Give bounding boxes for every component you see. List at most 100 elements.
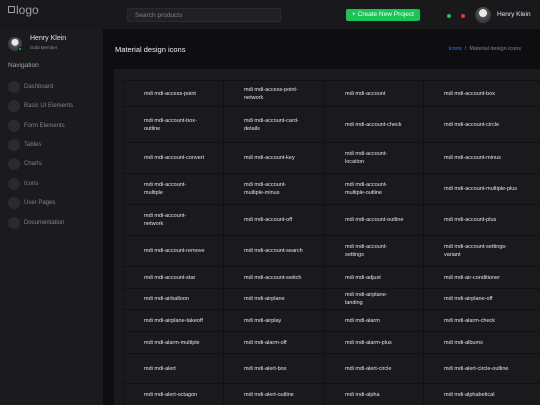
icon-cell: mdi mdi-alarm-check bbox=[423, 309, 540, 332]
icon-cell: mdi mdi-account-remove bbox=[123, 235, 224, 267]
sidebar-item-basic-ui-elements[interactable]: Basic UI Elements bbox=[8, 99, 100, 113]
icon-cell: mdi mdi-alarm bbox=[324, 309, 424, 332]
icon-cell: mdi mdi-alert-circle bbox=[324, 353, 424, 384]
brand-logo[interactable]: logo bbox=[8, 3, 39, 17]
icon-cell: mdi mdi-account-key bbox=[223, 142, 325, 174]
sidebar: Henry Klein Gold Member Navigation Dashb… bbox=[0, 29, 103, 405]
icon-cell: mdi mdi-account-multiple bbox=[123, 173, 224, 205]
table-row: mdi mdi-account-remove mdi mdi-account-s… bbox=[123, 235, 540, 267]
icon-cell: mdi mdi-alarm-multiple bbox=[123, 331, 224, 354]
table-row: mdi mdi-account-box-outline mdi mdi-acco… bbox=[123, 106, 540, 143]
icon-cell: mdi mdi-alert-circle-outline bbox=[423, 353, 540, 384]
icon-cell: mdi mdi-alert bbox=[123, 353, 224, 384]
nav-heading: Navigation bbox=[8, 62, 39, 69]
sidebar-item-user-pages[interactable]: User Pages bbox=[8, 196, 100, 210]
page-title: Material design icons bbox=[115, 45, 186, 54]
icon-cell: mdi mdi-alert-octagon bbox=[123, 383, 224, 405]
icons-card: mdi mdi-access-point mdi mdi-access-poin… bbox=[114, 69, 540, 405]
breadcrumb-link-icons[interactable]: Icons bbox=[449, 46, 462, 52]
icon-cell: mdi mdi-albums bbox=[423, 331, 540, 354]
icon-cell: mdi mdi-account-settings bbox=[324, 235, 424, 267]
icon-cell: mdi mdi-airplane-off bbox=[423, 288, 540, 310]
sidebar-profile-name: Henry Klein bbox=[30, 35, 67, 42]
icon-cell: mdi mdi-account-off bbox=[223, 204, 325, 236]
icon-cell: mdi mdi-account-outline bbox=[324, 204, 424, 236]
sidebar-item-label: Tables bbox=[24, 142, 42, 148]
avatar[interactable] bbox=[475, 7, 491, 23]
sidebar-item-form-elements[interactable]: Form Elements bbox=[8, 119, 100, 133]
icon-cell: mdi mdi-alpha bbox=[324, 383, 424, 405]
icon-cell: mdi mdi-airballoon bbox=[123, 288, 224, 310]
main-content: Material design icons Icons / Material des… bbox=[103, 29, 540, 405]
ui-elements-icon bbox=[8, 100, 20, 112]
sidebar-item-label: Icons bbox=[24, 181, 39, 187]
icon-cell: mdi mdi-adjust bbox=[324, 266, 424, 289]
breadcrumb-separator: / bbox=[464, 46, 467, 52]
icon-cell: mdi mdi-account-star bbox=[123, 266, 224, 289]
icon-cell: mdi mdi-account-switch bbox=[223, 266, 325, 289]
icon-cell: mdi mdi-account-multiple-minus bbox=[223, 173, 325, 205]
sidebar-item-label: Documentation bbox=[24, 220, 65, 226]
icon-cell: mdi mdi-account-circle bbox=[423, 106, 540, 143]
user-icon bbox=[8, 197, 20, 209]
icon-cell: mdi mdi-account-multiple-plus bbox=[423, 173, 540, 205]
table-row: mdi mdi-alert-octagon mdi mdi-alert-outl… bbox=[123, 383, 540, 405]
icon-cell: mdi mdi-alarm-off bbox=[223, 331, 325, 354]
table-row: mdi mdi-airballoon mdi mdi-airplane mdi … bbox=[123, 288, 540, 310]
icon-cell: mdi mdi-account-box bbox=[423, 80, 540, 107]
icon-cell: mdi mdi-account-convert bbox=[123, 142, 224, 174]
sidebar-item-charts[interactable]: Charts bbox=[8, 157, 100, 171]
icon-cell: mdi mdi-account-check bbox=[324, 106, 424, 143]
form-icon bbox=[8, 120, 20, 132]
sidebar-item-label: Basic UI Elements bbox=[24, 103, 74, 109]
sidebar-profile-role: Gold Member bbox=[30, 45, 58, 50]
sidebar-item-label: Dashboard bbox=[24, 84, 54, 90]
table-row: mdi mdi-account-convert mdi mdi-account-… bbox=[123, 142, 540, 174]
icon-cell: mdi mdi-account-minus bbox=[423, 142, 540, 174]
icon-cell: mdi mdi-account-settings-variant bbox=[423, 235, 540, 267]
breadcrumb-current: Material design icons bbox=[469, 46, 521, 52]
icon-cell: mdi mdi-airplane-takeoff bbox=[123, 309, 224, 332]
icons-icon bbox=[8, 178, 20, 190]
sidebar-item-documentation[interactable]: Documentation bbox=[8, 216, 100, 230]
sidebar-item-icons[interactable]: Icons bbox=[8, 177, 100, 191]
table-row: mdi mdi-alert mdi mdi-alert-box mdi mdi-… bbox=[123, 353, 540, 384]
icon-cell: mdi mdi-access-point-network bbox=[223, 80, 325, 107]
broken-image-icon bbox=[8, 6, 15, 13]
icon-cell: mdi mdi-alphabetical bbox=[423, 383, 540, 405]
sidebar-item-tables[interactable]: Tables bbox=[8, 138, 100, 152]
icon-cell: mdi mdi-account bbox=[324, 80, 424, 107]
create-project-button[interactable]: + Create New Project bbox=[346, 9, 420, 21]
online-status-icon bbox=[18, 47, 22, 51]
sidebar-item-dashboard[interactable]: Dashboard bbox=[8, 80, 100, 94]
table-row: mdi mdi-access-point mdi mdi-access-poin… bbox=[123, 80, 540, 107]
icons-table: mdi mdi-access-point mdi mdi-access-poin… bbox=[123, 80, 540, 405]
sidebar-item-label: Charts bbox=[24, 161, 42, 167]
icon-cell: mdi mdi-access-point bbox=[123, 80, 224, 107]
icon-cell: mdi mdi-account-box-outline bbox=[123, 106, 224, 143]
icon-cell: mdi mdi-air-conditioner bbox=[423, 266, 540, 289]
chart-icon bbox=[8, 158, 20, 170]
icon-cell: mdi mdi-alarm-plus bbox=[324, 331, 424, 354]
sidebar-item-label: User Pages bbox=[24, 200, 56, 206]
table-row: mdi mdi-account-multiple mdi mdi-account… bbox=[123, 173, 540, 205]
sidebar-item-label: Form Elements bbox=[24, 123, 65, 129]
icon-cell: mdi mdi-account-multiple-outline bbox=[324, 173, 424, 205]
table-row: mdi mdi-account-network mdi mdi-account-… bbox=[123, 204, 540, 236]
dashboard-icon bbox=[8, 81, 20, 93]
icon-cell: mdi mdi-account-card-details bbox=[223, 106, 325, 143]
icon-cell: mdi mdi-airplane-landing bbox=[324, 288, 424, 310]
breadcrumb: Icons / Material design icons bbox=[449, 46, 521, 52]
table-row: mdi mdi-account-star mdi mdi-account-swi… bbox=[123, 266, 540, 289]
table-row: mdi mdi-alarm-multiple mdi mdi-alarm-off… bbox=[123, 331, 540, 354]
status-online-icon[interactable] bbox=[447, 14, 451, 18]
icon-cell: mdi mdi-account-search bbox=[223, 235, 325, 267]
icon-cell: mdi mdi-airplay bbox=[223, 309, 325, 332]
search-input[interactable] bbox=[127, 8, 281, 22]
profile-name[interactable]: Henry Klein bbox=[497, 11, 531, 18]
table-icon bbox=[8, 139, 20, 151]
table-row: mdi mdi-airplane-takeoff mdi mdi-airplay… bbox=[123, 309, 540, 332]
notification-dot-icon[interactable] bbox=[461, 14, 465, 18]
top-navbar: logo + Create New Project Henry Klein bbox=[0, 0, 540, 29]
logo-text: logo bbox=[16, 3, 39, 17]
